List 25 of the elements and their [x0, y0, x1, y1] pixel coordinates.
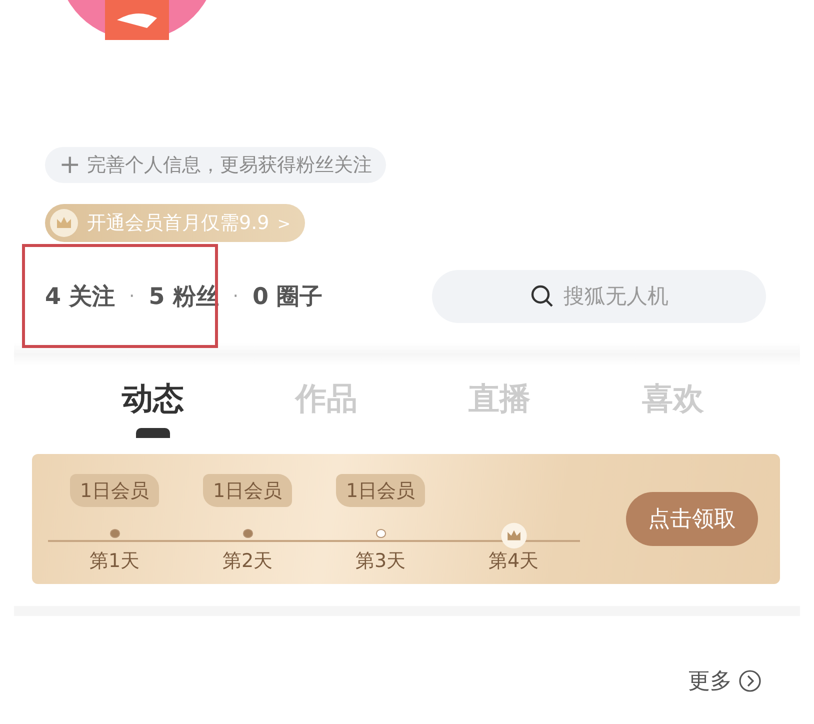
hint-text: 完善个人信息，更易获得粉丝关注: [86, 153, 372, 178]
plus-icon: +: [59, 152, 81, 178]
day-label: 第1天: [89, 549, 140, 574]
reward-tag: 1日会员: [70, 474, 160, 508]
vip-text: 开通会员首月仅需9.9: [87, 211, 270, 236]
day-label: 第2天: [222, 549, 273, 574]
profile-hint[interactable]: + 完善个人信息，更易获得粉丝关注: [45, 147, 386, 183]
reward-tag: 1日会员: [202, 474, 292, 508]
arrow-circle-icon[interactable]: [738, 669, 762, 693]
separator-dot: ·: [129, 286, 135, 306]
separator-dot: ·: [232, 286, 239, 306]
stat-link[interactable]: 0 圈子: [252, 280, 323, 312]
more-link[interactable]: 更多: [688, 666, 732, 696]
tab[interactable]: 动态: [122, 378, 184, 420]
search-placeholder: 搜狐无人机: [564, 283, 668, 310]
day-label: 第4天: [488, 549, 539, 574]
crown-icon: [49, 208, 79, 238]
search-icon: [530, 284, 554, 308]
claim-button[interactable]: 点击领取: [626, 492, 758, 546]
tab-indicator: [136, 428, 170, 438]
chevron-icon: >: [277, 214, 291, 232]
day-label: 第3天: [355, 549, 406, 574]
stat-link[interactable]: 4 关注: [45, 280, 116, 312]
reward-tag: 1日会员: [336, 474, 426, 508]
search-field[interactable]: 搜狐无人机: [432, 270, 766, 322]
